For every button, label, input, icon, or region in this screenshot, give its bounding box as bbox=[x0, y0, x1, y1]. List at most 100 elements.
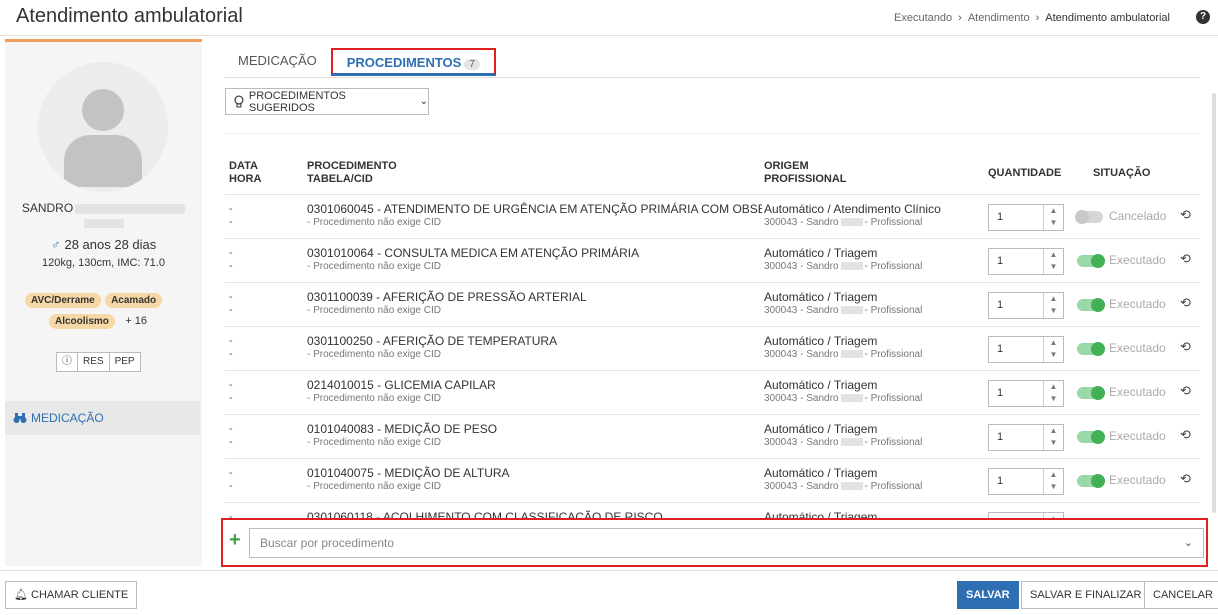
chevron-down-icon[interactable]: ▼ bbox=[1044, 481, 1063, 493]
status-toggle[interactable] bbox=[1077, 342, 1105, 356]
undo-icon[interactable]: ⟲ bbox=[1180, 471, 1191, 487]
question-circle-icon[interactable]: ? bbox=[1196, 10, 1210, 24]
info-icon[interactable]: ⓘ bbox=[57, 353, 78, 371]
quantity-value[interactable]: 1 bbox=[997, 431, 1003, 443]
chevron-down-icon[interactable]: ▼ bbox=[1044, 261, 1063, 273]
quantity-value[interactable]: 1 bbox=[997, 255, 1003, 267]
status-label: Executado bbox=[1109, 341, 1166, 355]
scrollbar[interactable] bbox=[1212, 93, 1216, 513]
status-toggle[interactable] bbox=[1075, 210, 1103, 224]
professional-role: - Profissional bbox=[864, 349, 923, 360]
quantity-value[interactable]: 1 bbox=[997, 299, 1003, 311]
chevron-down-icon[interactable]: ▼ bbox=[1044, 393, 1063, 405]
procedure-cid: - Procedimento não exige CID bbox=[307, 349, 441, 360]
call-client-button[interactable]: 🔔︎ CHAMAR CLIENTE bbox=[5, 581, 138, 609]
status-label: Executado bbox=[1109, 253, 1166, 267]
table-row: - - 0301100039 - AFERIÇÃO DE PRESSÃO ARTER… bbox=[225, 282, 1200, 326]
plus-icon[interactable]: + bbox=[229, 530, 241, 550]
header-origin: ORIGEM bbox=[764, 160, 809, 172]
tab-medicacao[interactable]: MEDICAÇÃO bbox=[224, 48, 331, 76]
pep-button[interactable]: PEP bbox=[110, 353, 140, 371]
patient-metrics: 120kg, 130cm, IMC: 71.0 bbox=[42, 257, 165, 269]
row-origin: Automático / Triagem300043 - Sandro - Pro… bbox=[764, 334, 922, 360]
column-header-procedure: PROCEDIMENTO TABELA/CID bbox=[307, 160, 397, 186]
undo-icon[interactable]: ⟲ bbox=[1180, 427, 1191, 443]
table-row: - -0301100250 - AFERIÇÃO DE TEMPERATURA - … bbox=[225, 326, 1200, 370]
undo-icon[interactable]: ⟲ bbox=[1180, 383, 1191, 399]
breadcrumb-item[interactable]: Atendimento bbox=[968, 12, 1030, 24]
stepper-buttons: ▲▼ bbox=[1043, 425, 1063, 450]
quantity-stepper[interactable]: 1 ▲▼ bbox=[988, 248, 1064, 275]
quantity-stepper[interactable]: 1 ▲▼ bbox=[988, 380, 1064, 407]
header-time: HORA bbox=[229, 173, 262, 185]
professional-text: 300043 - Sandro - Profissional bbox=[764, 437, 922, 448]
cancel-button[interactable]: CANCELAR bbox=[1144, 581, 1218, 609]
male-icon: ♂ bbox=[50, 237, 61, 252]
save-and-finish-button[interactable]: SALVAR E FINALIZAR bbox=[1021, 581, 1151, 609]
chevron-up-icon[interactable]: ▲ bbox=[1044, 469, 1063, 481]
condition-tag[interactable]: AVC/Derrame bbox=[25, 293, 101, 308]
chevron-up-icon[interactable]: ▲ bbox=[1044, 337, 1063, 349]
sidebar-item-medicacao[interactable]: MEDICAÇÃO bbox=[5, 401, 200, 435]
undo-icon[interactable]: ⟲ bbox=[1180, 207, 1191, 223]
procedure-search-field[interactable]: ⌄ bbox=[249, 528, 1204, 558]
save-button[interactable]: SALVAR bbox=[957, 581, 1019, 609]
toggle-knob bbox=[1091, 386, 1105, 400]
chevron-down-icon[interactable]: ▼ bbox=[1044, 349, 1063, 361]
suggested-procedures-button[interactable]: PROCEDIMENTOS SUGERIDOS ⌄ bbox=[225, 88, 429, 115]
more-tags[interactable]: + 16 bbox=[125, 315, 147, 327]
procedure-name: 0214010015 - GLICEMIA CAPILAR bbox=[307, 378, 496, 392]
res-button[interactable]: RES bbox=[78, 353, 110, 371]
condition-tag[interactable]: Acamado bbox=[105, 293, 163, 308]
quantity-value[interactable]: 1 bbox=[997, 475, 1003, 487]
professional-id: 300043 - Sandro bbox=[764, 437, 839, 448]
header-professional: PROFISSIONAL bbox=[764, 173, 847, 185]
status-toggle[interactable] bbox=[1077, 386, 1105, 400]
status-label: Executado bbox=[1109, 385, 1166, 399]
quantity-stepper[interactable]: 1 ▲▼ bbox=[988, 424, 1064, 451]
breadcrumb-item[interactable]: Executando bbox=[894, 12, 952, 24]
chevron-up-icon[interactable]: ▲ bbox=[1044, 249, 1063, 261]
undo-icon[interactable]: ⟲ bbox=[1180, 251, 1191, 267]
status-toggle[interactable] bbox=[1077, 474, 1105, 488]
column-header-date: DATA HORA bbox=[229, 160, 261, 186]
avatar-head bbox=[82, 89, 124, 131]
chevron-up-icon[interactable]: ▲ bbox=[1044, 293, 1063, 305]
tab-procedimentos[interactable]: PROCEDIMENTOS 7 bbox=[330, 48, 496, 76]
status-toggle[interactable] bbox=[1077, 298, 1105, 312]
row-origin: Automático / Triagem300043 - Sandro - Pro… bbox=[764, 422, 922, 448]
row-date-time: -- bbox=[229, 247, 233, 273]
chevron-up-icon[interactable]: ▲ bbox=[1044, 425, 1063, 437]
stepper-buttons: ▲▼ bbox=[1043, 293, 1063, 318]
row-date: - bbox=[229, 335, 233, 347]
condition-tag[interactable]: Alcoolismo bbox=[49, 314, 115, 329]
chevron-down-icon[interactable]: ⌄ bbox=[1184, 536, 1193, 549]
quantity-value[interactable]: 1 bbox=[997, 387, 1003, 399]
origin-text: Automático / Triagem bbox=[764, 378, 878, 392]
professional-role: - Profissional bbox=[864, 261, 923, 272]
procedure-cid: - Procedimento não exige CID bbox=[307, 261, 441, 272]
chevron-down-icon[interactable]: ▼ bbox=[1044, 437, 1063, 449]
procedures-table: - - 0301060045 - ATENDIMENTO DE URGÊNCIA E… bbox=[225, 194, 1200, 518]
status-toggle[interactable] bbox=[1077, 430, 1105, 444]
status-toggle[interactable] bbox=[1077, 254, 1105, 268]
quantity-value[interactable]: 1 bbox=[997, 211, 1003, 223]
row-date-time: -- bbox=[229, 379, 233, 405]
page-title: Atendimento ambulatorial bbox=[16, 5, 243, 27]
quantity-stepper[interactable]: 1 ▲▼ bbox=[988, 468, 1064, 495]
undo-icon[interactable]: ⟲ bbox=[1180, 295, 1191, 311]
undo-icon[interactable]: ⟲ bbox=[1180, 339, 1191, 355]
quantity-stepper[interactable]: 1 ▲▼ bbox=[988, 336, 1064, 363]
quantity-value[interactable]: 1 bbox=[997, 343, 1003, 355]
chevron-down-icon[interactable]: ▼ bbox=[1044, 305, 1063, 317]
quantity-stepper[interactable]: 1 ▲▼ bbox=[988, 204, 1064, 231]
chevron-up-icon[interactable]: ▲ bbox=[1044, 381, 1063, 393]
toggle-knob bbox=[1091, 254, 1105, 268]
chevron-right-icon: › bbox=[1035, 12, 1040, 24]
procedure-search-input[interactable] bbox=[250, 529, 1150, 557]
quantity-stepper[interactable]: 1 ▲▼ bbox=[988, 292, 1064, 319]
chevron-up-icon[interactable]: ▲ bbox=[1044, 205, 1063, 217]
table-row: - - 0214010015 - GLICEMIA CAPILAR - Procedi… bbox=[225, 370, 1200, 414]
chevron-down-icon[interactable]: ▼ bbox=[1044, 217, 1063, 229]
row-procedure: 0301060045 - ATENDIMENTO DE URGÊNCIA EM … bbox=[307, 202, 762, 228]
